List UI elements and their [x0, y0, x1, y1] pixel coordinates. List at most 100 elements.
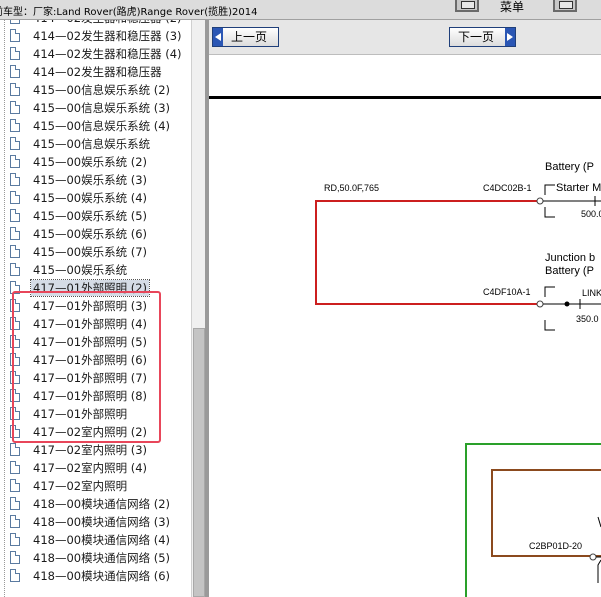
link-label: LINK [582, 288, 601, 298]
tree-item[interactable]: 417—01外部照明 (7) [0, 370, 192, 388]
tree-item[interactable]: 417—02室内照明 [0, 478, 192, 496]
tree-item-label: 417—02室内照明 (4) [33, 461, 148, 475]
bracket-2b [544, 320, 555, 331]
tree-item-label: 417—01外部照明 (6) [33, 353, 148, 367]
diagram-top-border [209, 96, 601, 99]
wire-label: RD,50.0F,765 [324, 183, 379, 193]
tree-item[interactable]: 418—00模块通信网络 (3) [0, 514, 192, 532]
tree-item[interactable]: 418—00模块通信网络 (6) [0, 568, 192, 586]
tree-item-label: 415—00娱乐系统 (6) [33, 227, 148, 241]
wiring-diagram: RD,50.0F,765 C4DC02B-1 C4DF10A-1 Battery… [209, 55, 601, 597]
tree-item[interactable]: 417—01外部照明 (2) [0, 279, 192, 298]
tree-item[interactable]: 415—00信息娱乐系统 (4) [0, 118, 192, 136]
document-icon [10, 533, 20, 546]
connector-pin-1 [536, 197, 544, 205]
tree-item[interactable]: 418—00模块通信网络 (5) [0, 550, 192, 568]
tree-item[interactable]: 415—00娱乐系统 [0, 262, 192, 280]
tree-item-label: 417—01外部照明 (4) [33, 317, 148, 331]
tree-item[interactable]: 414—02发生器和稳压器 (4) [0, 46, 192, 64]
tree-item[interactable]: 417—01外部照明 (3) [0, 298, 192, 316]
tree-item[interactable]: 417—01外部照明 [0, 406, 192, 424]
tree-item-label: 415—00娱乐系统 (2) [33, 155, 148, 169]
tree-item[interactable]: 414—02发生器和稳压器 (2) [0, 20, 192, 28]
tree-item[interactable]: 415—00信息娱乐系统 [0, 136, 192, 154]
tree-item-label: 414—02发生器和稳压器 (4) [33, 47, 182, 61]
bracket-1b [544, 207, 555, 218]
menu-button[interactable]: 菜单 [500, 0, 524, 15]
document-icon [10, 335, 20, 348]
tree-item-label: 418—00模块通信网络 (3) [33, 515, 171, 529]
tree-item[interactable]: 415—00娱乐系统 (3) [0, 172, 192, 190]
tree-item[interactable]: 414—02发生器和稳压器 [0, 64, 192, 82]
document-icon [10, 569, 20, 582]
document-icon [10, 425, 20, 438]
top-toolbar: 前车型：厂家:Land Rover(路虎)Range Rover(揽胜)2014… [0, 0, 601, 20]
window-icon[interactable] [553, 0, 577, 12]
tree-item[interactable]: 417—01外部照明 (5) [0, 334, 192, 352]
tree-item-label: 417—02室内照明 (3) [33, 443, 148, 457]
tree-item[interactable]: 418—00模块通信网络 (2) [0, 496, 192, 514]
arrow-left-icon [213, 28, 223, 46]
tree-item-label: 418—00模块通信网络 (4) [33, 533, 171, 547]
tree-item[interactable]: 415—00娱乐系统 (4) [0, 190, 192, 208]
tree-item[interactable]: 417—02室内照明 (4) [0, 460, 192, 478]
next-page-button[interactable]: 下一页 [449, 27, 516, 47]
tree-item-label: 414—02发生器和稳压器 [33, 65, 162, 79]
tree-item[interactable]: 415—00信息娱乐系统 (2) [0, 82, 192, 100]
tree-item[interactable]: 417—02室内照明 (3) [0, 442, 192, 460]
battery-label-2: Battery (P [545, 265, 594, 277]
tree-item-label: 417—01外部照明 [33, 407, 128, 421]
green-module-box [465, 443, 601, 597]
tree-item[interactable]: 414—02发生器和稳压器 (3) [0, 28, 192, 46]
tree-item[interactable]: 417—01外部照明 (4) [0, 316, 192, 334]
document-icon [10, 515, 20, 528]
document-icon [10, 83, 20, 96]
car-model-label: 前车型：厂家:Land Rover(路虎)Range Rover(揽胜)2014 [0, 7, 258, 18]
tree-guide-line [4, 20, 6, 597]
tree-scrollbar[interactable] [191, 20, 206, 597]
prev-page-label: 上一页 [231, 30, 268, 44]
tree-item-label: 415—00娱乐系统 (7) [33, 245, 148, 259]
tree-item[interactable]: 417—01外部照明 (6) [0, 352, 192, 370]
document-icon [10, 191, 20, 204]
bracket-2a [544, 286, 555, 297]
document-icon [10, 299, 20, 312]
starter-label: Starter M [556, 182, 601, 194]
tree-item-label: 415—00娱乐系统 (4) [33, 191, 148, 205]
tree-item[interactable]: 415—00娱乐系统 (7) [0, 244, 192, 262]
scrollbar-thumb[interactable] [193, 328, 205, 597]
battery-label-1: Battery (P [545, 161, 594, 173]
tree-item[interactable]: 415—00信息娱乐系统 (3) [0, 100, 192, 118]
tree-item-label: 415—00信息娱乐系统 [33, 137, 151, 151]
document-icon [10, 137, 20, 150]
tree-item-label: 414—02发生器和稳压器 (2) [31, 20, 184, 26]
wiring-diagram-svg: RD,50.0F,765 C4DC02B-1 C4DF10A-1 Battery… [209, 96, 601, 597]
connector-label-1: C4DC02B-1 [483, 183, 532, 193]
tree-item[interactable]: 417—01外部照明 (8) [0, 388, 192, 406]
page-nav-bar: 上一页 下一页 [209, 20, 601, 55]
document-icon [10, 155, 20, 168]
document-icon [10, 245, 20, 258]
document-icon [10, 407, 20, 420]
tree-item[interactable]: 418—00模块通信网络 (4) [0, 532, 192, 550]
value-2: 350.0 [576, 314, 599, 324]
junction-label: Junction b [545, 252, 595, 264]
document-icon [10, 119, 20, 132]
document-icon [10, 497, 20, 510]
tree-item[interactable]: 415—00娱乐系统 (5) [0, 208, 192, 226]
tree-item-label: 417—02室内照明 [33, 479, 128, 493]
tree-item[interactable]: 415—00娱乐系统 (2) [0, 154, 192, 172]
tree-item-label: 418—00模块通信网络 (2) [33, 497, 171, 511]
connector-label-3: C2BP01D-20 [529, 541, 582, 551]
tree-item[interactable]: 417—02室内照明 (2) [0, 424, 192, 442]
tree-item-label: 415—00娱乐系统 (5) [33, 209, 148, 223]
home-icon[interactable] [455, 0, 479, 12]
tree-item-label: 417—02室内照明 (2) [33, 425, 148, 439]
tree-item-label: 417—01外部照明 (3) [33, 299, 148, 313]
document-icon [10, 47, 20, 60]
tree-item[interactable]: 415—00娱乐系统 (6) [0, 226, 192, 244]
tree-item-label: 415—00娱乐系统 (3) [33, 173, 148, 187]
document-icon [10, 227, 20, 240]
document-icon [10, 461, 20, 474]
prev-page-button[interactable]: 上一页 [212, 27, 279, 47]
